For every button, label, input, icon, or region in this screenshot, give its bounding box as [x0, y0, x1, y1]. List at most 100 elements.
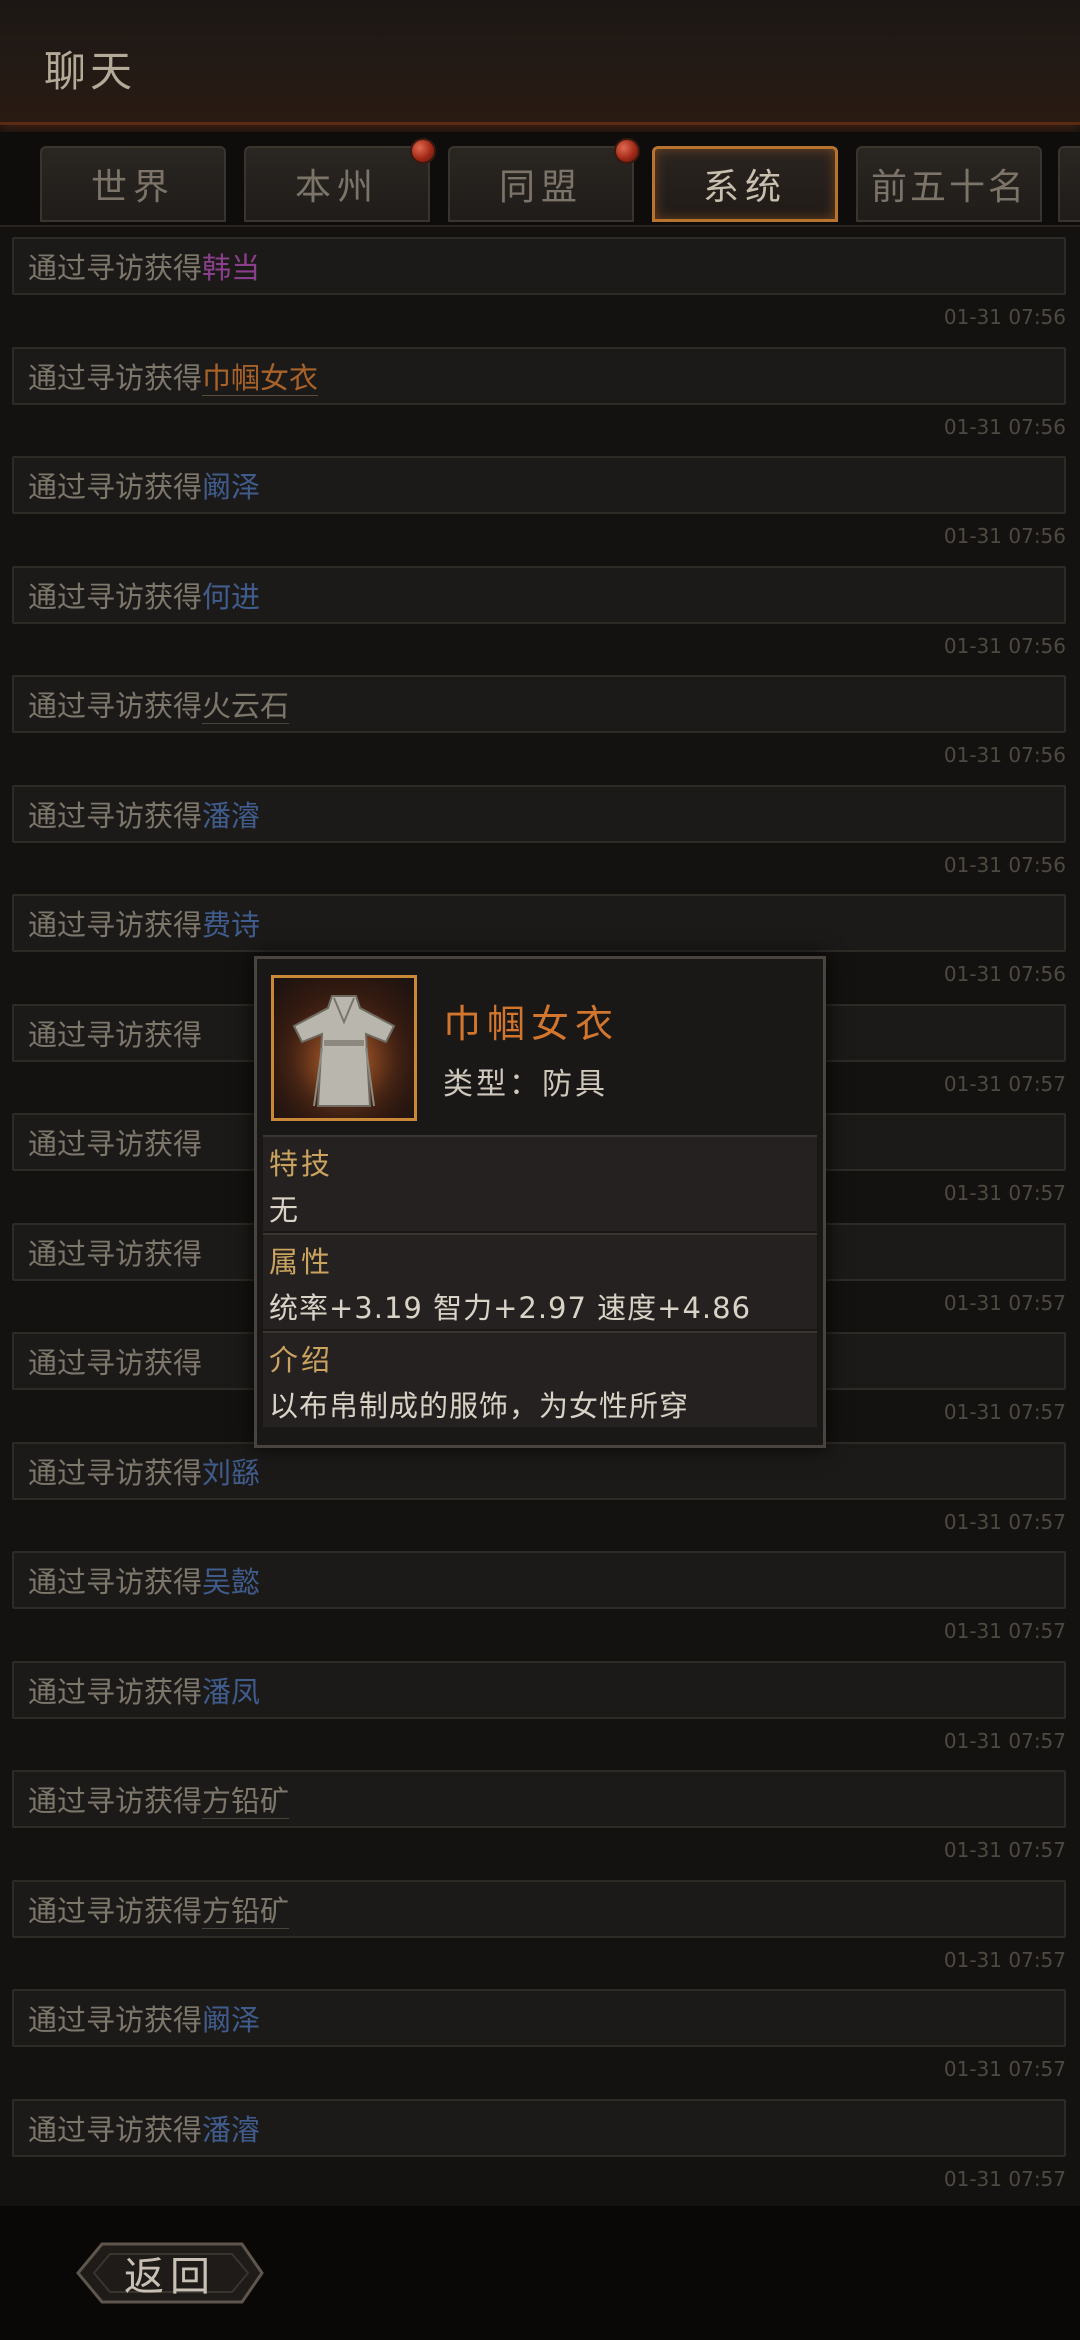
- message-text: 通过寻访获得: [28, 1340, 202, 1382]
- message-timestamp: 01-31 07:56: [943, 743, 1066, 767]
- message-timestamp: 01-31 07:57: [943, 1948, 1066, 1972]
- tab-label: 前五十名: [870, 167, 1027, 208]
- message-timestamp: 01-31 07:57: [943, 1729, 1066, 1753]
- message-text: 通过寻访获得阚泽: [28, 1997, 260, 2039]
- message-text: 通过寻访获得何进: [28, 574, 260, 616]
- message-prefix: 通过寻访获得: [28, 1456, 203, 1490]
- attribute-value: 统率+3.19 智力+2.97 速度+4.86: [269, 1291, 752, 1325]
- message-timestamp: 01-31 07:56: [943, 524, 1066, 548]
- message-link[interactable]: 费诗: [202, 908, 260, 942]
- message-text: 通过寻访获得方铅矿: [28, 1778, 290, 1820]
- back-label: 返回: [124, 2254, 216, 2300]
- tab-alliance[interactable]: 同盟: [448, 138, 640, 222]
- message-timestamp: 01-31 07:57: [943, 1181, 1066, 1205]
- message-timestamp: 01-31 07:56: [943, 415, 1066, 439]
- message-prefix: 通过寻访获得: [28, 1237, 203, 1271]
- message-prefix: 通过寻访获得: [28, 2003, 203, 2037]
- message-timestamp: 01-31 07:56: [943, 853, 1066, 877]
- message-row[interactable]: 通过寻访获得巾帼女衣: [12, 347, 1066, 405]
- message-link[interactable]: 潘濬: [202, 799, 260, 833]
- message-prefix: 通过寻访获得: [28, 580, 203, 614]
- message-prefix: 通过寻访获得: [28, 470, 203, 504]
- page-title: 聊天: [44, 47, 137, 96]
- message-timestamp: 01-31 07:56: [943, 305, 1066, 329]
- message-row[interactable]: 通过寻访获得方铅矿: [12, 1880, 1066, 1938]
- message-prefix: 通过寻访获得: [28, 251, 203, 285]
- message-row[interactable]: 通过寻访获得吴懿: [12, 1551, 1066, 1609]
- message-timestamp: 01-31 07:57: [943, 1510, 1066, 1534]
- message-text: 通过寻访获得潘濬: [28, 793, 260, 835]
- message-link[interactable]: 阚泽: [202, 2003, 260, 2037]
- message-link[interactable]: 火云石: [202, 689, 290, 724]
- message-text: 通过寻访获得: [28, 1121, 202, 1163]
- tab-top-fifty[interactable]: 前五十名: [856, 146, 1042, 222]
- message-prefix: 通过寻访获得: [28, 1565, 203, 1599]
- intro-value: 以布帛制成的服饰，为女性所穿: [269, 1389, 690, 1423]
- attribute-heading: 属性: [269, 1245, 334, 1279]
- message-link[interactable]: 韩当: [202, 251, 260, 285]
- message-row[interactable]: 通过寻访获得阚泽: [12, 456, 1066, 514]
- message-text: 通过寻访获得巾帼女衣: [28, 355, 319, 397]
- tab-world[interactable]: 世界: [40, 146, 226, 222]
- message-prefix: 通过寻访获得: [28, 908, 203, 942]
- message-prefix: 通过寻访获得: [28, 361, 203, 395]
- message-timestamp: 01-31 07:57: [943, 1619, 1066, 1643]
- message-timestamp: 01-31 07:56: [943, 962, 1066, 986]
- message-text: 通过寻访获得火云石: [28, 683, 290, 725]
- message-text: 通过寻访获得方铅矿: [28, 1888, 290, 1930]
- message-row[interactable]: 通过寻访获得潘濬: [12, 785, 1066, 843]
- message-prefix: 通过寻访获得: [28, 2113, 203, 2147]
- message-prefix: 通过寻访获得: [28, 799, 203, 833]
- attribute-section: 属性 统率+3.19 智力+2.97 速度+4.86: [263, 1233, 817, 1329]
- message-prefix: 通过寻访获得: [28, 1346, 203, 1380]
- message-link[interactable]: 潘濬: [202, 2113, 260, 2147]
- skill-value: 无: [269, 1193, 300, 1227]
- message-text: 通过寻访获得刘繇: [28, 1450, 260, 1492]
- message-row[interactable]: 通过寻访获得韩当: [12, 237, 1066, 295]
- message-row[interactable]: 通过寻访获得阚泽: [12, 1989, 1066, 2047]
- item-type: 类型：防具: [443, 1067, 608, 1102]
- message-link[interactable]: 巾帼女衣: [202, 361, 319, 396]
- message-prefix: 通过寻访获得: [28, 689, 203, 723]
- item-name: 巾帼女衣: [443, 1002, 620, 1046]
- message-prefix: 通过寻访获得: [28, 1894, 203, 1928]
- tab-province[interactable]: 本州: [244, 138, 436, 222]
- tab-label: 本州: [294, 167, 379, 208]
- message-text: 通过寻访获得吴懿: [28, 1559, 260, 1601]
- message-link[interactable]: 潘凤: [202, 1675, 260, 1709]
- message-link[interactable]: 方铅矿: [202, 1784, 290, 1819]
- intro-heading: 介绍: [269, 1343, 334, 1377]
- tab-system[interactable]: 系统: [652, 146, 838, 222]
- message-timestamp: 01-31 07:57: [943, 1072, 1066, 1096]
- message-link[interactable]: 刘繇: [202, 1456, 260, 1490]
- intro-section: 介绍 以布帛制成的服饰，为女性所穿: [263, 1331, 817, 1427]
- tab-label: 世界: [90, 167, 175, 208]
- message-prefix: 通过寻访获得: [28, 1018, 203, 1052]
- message-prefix: 通过寻访获得: [28, 1784, 203, 1818]
- tab-label: 系统: [702, 167, 787, 208]
- message-link[interactable]: 方铅矿: [202, 1894, 290, 1929]
- message-timestamp: 01-31 07:57: [943, 2057, 1066, 2081]
- message-text: 通过寻访获得费诗: [28, 902, 260, 944]
- message-row[interactable]: 通过寻访获得潘凤: [12, 1661, 1066, 1719]
- message-text: 通过寻访获得潘凤: [28, 1669, 260, 1711]
- message-timestamp: 01-31 07:57: [943, 1838, 1066, 1862]
- skill-section: 特技 无: [263, 1135, 817, 1231]
- message-link[interactable]: 何进: [202, 580, 260, 614]
- message-row[interactable]: 通过寻访获得方铅矿: [12, 1770, 1066, 1828]
- notification-dot-icon: [614, 138, 640, 164]
- message-timestamp: 01-31 07:57: [943, 2167, 1066, 2191]
- message-row[interactable]: 通过寻访获得刘繇: [12, 1442, 1066, 1500]
- message-link[interactable]: 阚泽: [202, 470, 260, 504]
- tab-overflow[interactable]: [1058, 146, 1080, 222]
- message-row[interactable]: 通过寻访获得火云石: [12, 675, 1066, 733]
- message-row[interactable]: 通过寻访获得何进: [12, 566, 1066, 624]
- notification-dot-icon: [410, 138, 436, 164]
- message-link[interactable]: 吴懿: [202, 1565, 260, 1599]
- robe-icon: [271, 975, 417, 1121]
- message-timestamp: 01-31 07:57: [943, 1400, 1066, 1424]
- message-row[interactable]: 通过寻访获得费诗: [12, 894, 1066, 952]
- message-row[interactable]: 通过寻访获得潘濬: [12, 2099, 1066, 2157]
- back-button[interactable]: 返回: [72, 2234, 268, 2312]
- item-tooltip: 巾帼女衣 类型：防具 特技 无 属性 统率+3.19 智力+2.97 速度+4.…: [254, 956, 826, 1448]
